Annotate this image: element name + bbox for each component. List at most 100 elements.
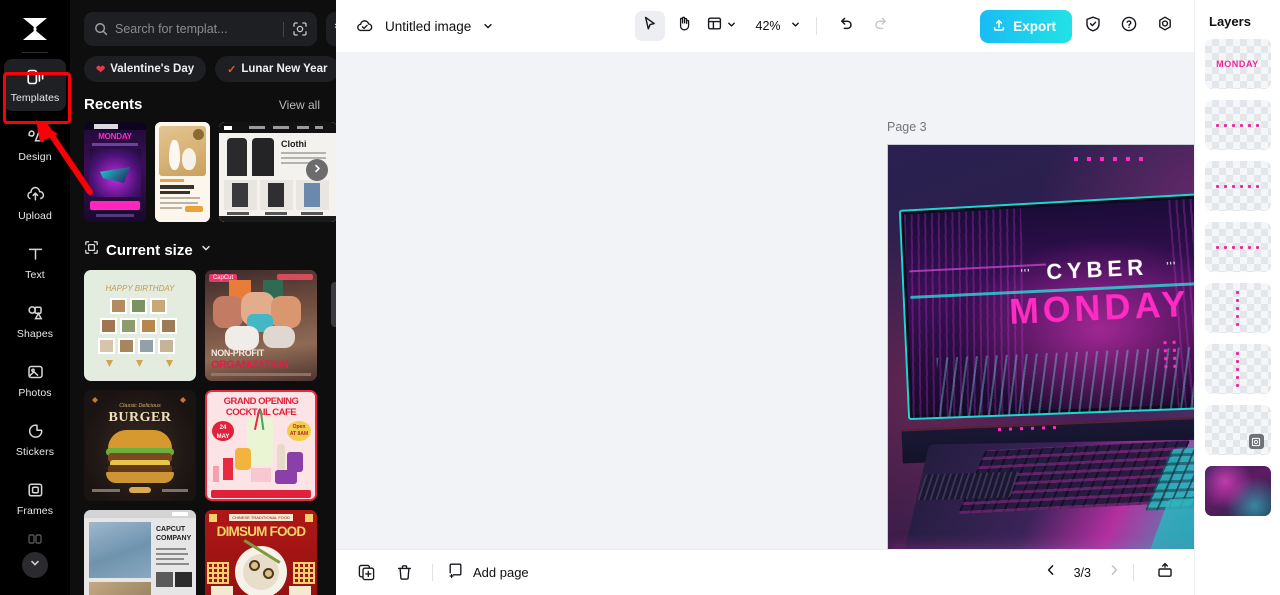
redo-icon [872, 15, 889, 37]
select-tool-button[interactable] [634, 11, 665, 41]
sidebar-item-shapes[interactable]: Shapes [4, 295, 66, 347]
present-icon [1156, 561, 1174, 584]
rail-expand-more-button[interactable] [22, 552, 48, 578]
chip-valentines-day[interactable]: ❤ Valentine's Day [84, 56, 207, 82]
layer-dots-horizontal-1[interactable] [1204, 100, 1271, 150]
recent-thumb-ceramic-vase[interactable] [155, 122, 210, 222]
present-button[interactable] [1152, 560, 1178, 586]
capcut-logo-icon[interactable] [18, 14, 52, 44]
cyber-monday-artboard[interactable]: CYBER ''' ''' MONDAY [887, 144, 1194, 549]
next-page-button[interactable] [1101, 560, 1127, 586]
stickers-icon [24, 420, 46, 442]
sidebar-item-templates[interactable]: Templates [4, 59, 66, 111]
frames-icon [24, 479, 46, 501]
image-search-icon[interactable] [291, 21, 308, 38]
page-navigation: 3/3 [1038, 560, 1178, 586]
dots-preview [1236, 290, 1239, 326]
template-card-capcut-company[interactable]: CAPCUT COMPANY [84, 510, 196, 595]
recents-view-all-link[interactable]: View all [279, 98, 320, 112]
duplicate-icon[interactable] [354, 561, 378, 585]
layout-chevron-down-icon [726, 17, 737, 35]
document-menu-chevron-down-icon[interactable] [482, 20, 494, 32]
cloud-saved-icon [354, 16, 374, 36]
sidebar-item-stickers[interactable]: Stickers [4, 413, 66, 465]
chip-label: Lunar New Year [241, 63, 328, 75]
help-button[interactable] [1114, 11, 1144, 41]
prev-page-button[interactable] [1038, 560, 1064, 586]
layer-text-monday[interactable]: MONDAY [1204, 39, 1271, 89]
search-separator [283, 21, 284, 37]
undo-icon [838, 15, 855, 37]
chevron-right-icon [1107, 563, 1121, 582]
sidebar-item-photos[interactable]: Photos [4, 354, 66, 406]
carousel-next-button[interactable] [306, 159, 328, 181]
layer-background-image[interactable] [1204, 466, 1271, 516]
layer-placeholder-image[interactable] [1204, 405, 1271, 455]
shield-check-button[interactable] [1078, 11, 1108, 41]
templates-panel: ❤ Valentine's Day ✓ Lunar New Year Recen… [70, 0, 336, 595]
document-title[interactable]: Untitled image [385, 19, 471, 34]
rail-partial-icon [27, 532, 43, 546]
layout-icon [706, 15, 723, 37]
panel-collapse-button[interactable] [331, 282, 336, 327]
cursor-icon [641, 15, 658, 37]
layer-dots-vertical-2[interactable] [1204, 344, 1271, 394]
sidebar-item-text[interactable]: Text [4, 236, 66, 288]
sidebar-item-upload[interactable]: Upload [4, 177, 66, 229]
sidebar-item-label: Design [18, 151, 52, 163]
redo-button[interactable] [866, 11, 896, 41]
bottom-divider [432, 564, 433, 581]
panel-search-row [70, 0, 336, 46]
trash-icon[interactable] [392, 561, 416, 585]
image-placeholder-icon [1248, 434, 1264, 449]
hand-tool-button[interactable] [669, 11, 699, 41]
chevron-right-icon [312, 161, 323, 179]
add-page-button[interactable]: Add page [447, 561, 529, 584]
add-page-icon [447, 561, 465, 584]
search-icon [93, 22, 108, 37]
sidebar-item-label: Text [25, 269, 45, 281]
layer-dots-horizontal-3[interactable] [1204, 222, 1271, 272]
layer-dots-vertical-1[interactable] [1204, 283, 1271, 333]
layer-dots-horizontal-2[interactable] [1204, 161, 1271, 211]
template-card-happy-birthday[interactable]: HAPPY BIRTHDAY [84, 270, 196, 381]
zoom-control[interactable]: 42% [756, 17, 801, 35]
template-card-non-profit-organization[interactable]: CapCut NON-PROFIT ORGANIZATION [205, 270, 317, 381]
template-card-grand-opening-cocktail-cafe[interactable]: GRAND OPENING COCKTAIL CAFE 24 MAY Open AT… [205, 390, 317, 501]
help-circle-icon [1120, 15, 1138, 38]
rail-items: Templates Design Upload Text Shapes Phot… [0, 59, 70, 531]
sidebar-item-design[interactable]: Design [4, 118, 66, 170]
settings-button[interactable] [1150, 11, 1180, 41]
sidebar-item-frames[interactable]: Frames [4, 472, 66, 524]
dots-preview [1216, 123, 1259, 127]
dots-preview [1216, 184, 1259, 188]
filter-button[interactable] [326, 12, 336, 46]
page-label: Page 3 [887, 120, 927, 134]
undo-button[interactable] [832, 11, 862, 41]
zoom-chevron-down-icon [790, 17, 801, 35]
export-button[interactable]: Export [980, 9, 1072, 43]
search-box[interactable] [84, 12, 317, 46]
template-card-burger[interactable]: Classic Delicious BURGER [84, 390, 196, 501]
photos-icon [24, 361, 46, 383]
search-input[interactable] [115, 22, 276, 36]
left-rail: Templates Design Upload Text Shapes Phot… [0, 0, 71, 595]
hand-icon [675, 15, 692, 37]
chip-lunar-new-year[interactable]: ✓ Lunar New Year [215, 56, 336, 82]
layers-list: MONDAY [1195, 29, 1280, 516]
chevron-down-icon [200, 241, 212, 259]
layout-tool-button[interactable] [703, 11, 740, 41]
zoom-value: 42% [755, 19, 781, 33]
chevron-left-icon [1044, 563, 1058, 582]
recent-thumb-cyber-monday[interactable]: MONDAY [84, 122, 146, 222]
layer-text-preview: MONDAY [1216, 59, 1259, 69]
design-icon [24, 125, 46, 147]
canvas-area[interactable]: Page 3 CYBER ''' ''' MONDAY [336, 52, 1194, 549]
recents-carousel: MONDAY Clothi [70, 113, 336, 222]
main-area: Untitled image 42% Export Page 3 CYBER '… [336, 0, 1194, 595]
recents-header: Recents View all [70, 82, 336, 113]
template-card-dimsum-food[interactable]: CHINESE TRADITIONAL FOOD DIMSUM FOOD [205, 510, 317, 595]
current-size-header[interactable]: Current size [70, 222, 336, 260]
sidebar-item-label: Upload [18, 210, 52, 222]
chevron-left-icon [334, 296, 336, 314]
